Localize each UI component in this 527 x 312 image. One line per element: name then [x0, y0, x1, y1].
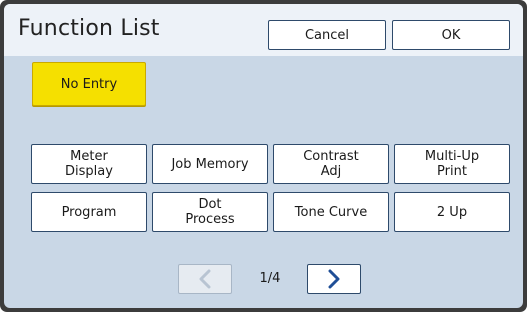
- function-label: Tone Curve: [294, 204, 368, 220]
- function-2-up-button[interactable]: 2 Up: [394, 192, 510, 232]
- function-contrast-adj-button[interactable]: Contrast Adj: [273, 144, 389, 184]
- function-multi-up-print-button[interactable]: Multi-Up Print: [394, 144, 510, 184]
- next-page-button[interactable]: [307, 264, 361, 294]
- function-label: Program: [61, 204, 117, 220]
- function-label: Job Memory: [171, 156, 249, 172]
- header-bar: Function List Cancel OK: [4, 4, 523, 56]
- ok-button[interactable]: OK: [392, 20, 510, 50]
- function-label-line2: Process: [185, 212, 235, 227]
- function-label-line1: Dot: [198, 197, 222, 212]
- function-label-line2: Print: [437, 164, 467, 179]
- device-screen: Function List Cancel OK No Entry Meter Di…: [0, 0, 527, 312]
- function-program-button[interactable]: Program: [31, 192, 147, 232]
- previous-page-button[interactable]: [178, 264, 232, 294]
- function-label: 2 Up: [436, 204, 468, 220]
- page-title: Function List: [18, 16, 160, 41]
- function-label-line1: Meter: [70, 149, 108, 164]
- function-tone-curve-button[interactable]: Tone Curve: [273, 192, 389, 232]
- function-label-line1: Multi-Up: [424, 149, 480, 164]
- no-entry-button[interactable]: No Entry: [32, 62, 146, 106]
- page-indicator: 1/4: [259, 271, 281, 286]
- function-job-memory-button[interactable]: Job Memory: [152, 144, 268, 184]
- chevron-right-icon: [328, 269, 340, 289]
- function-list-panel: Function List Cancel OK No Entry Meter Di…: [4, 4, 523, 308]
- function-label-line1: Contrast: [303, 149, 359, 164]
- function-label-line2: Display: [65, 164, 113, 179]
- chevron-left-icon: [199, 269, 211, 289]
- cancel-button[interactable]: Cancel: [268, 20, 386, 50]
- function-label-line2: Adj: [320, 164, 342, 179]
- function-dot-process-button[interactable]: Dot Process: [152, 192, 268, 232]
- function-meter-display-button[interactable]: Meter Display: [31, 144, 147, 184]
